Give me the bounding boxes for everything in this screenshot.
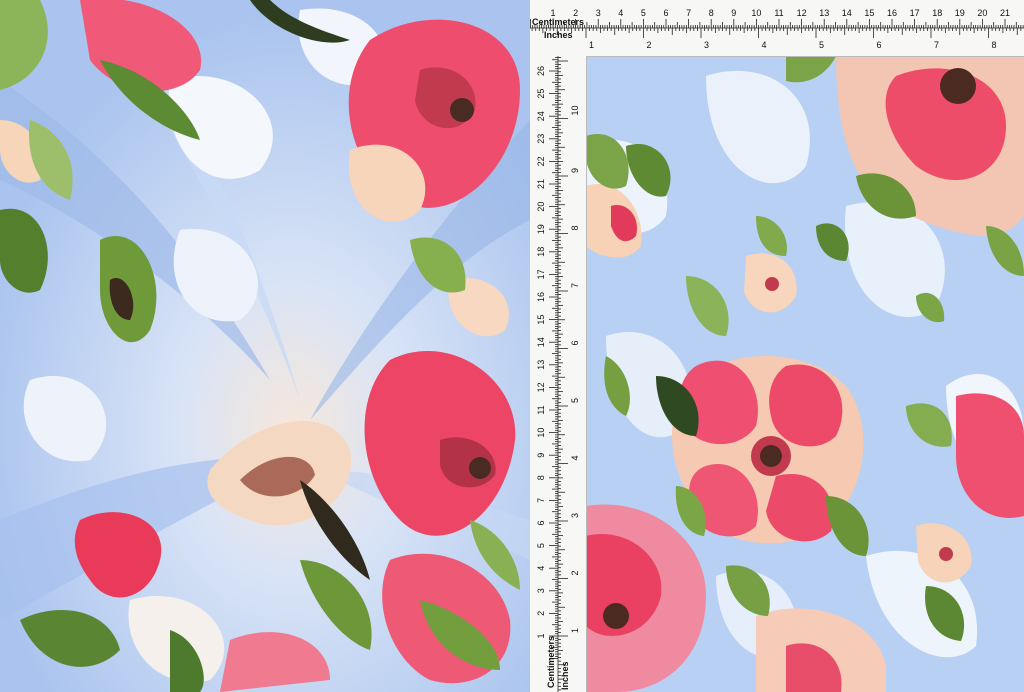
cm-number: 7 [686,8,691,18]
cm-number: 26 [536,66,546,76]
inch-number: 6 [570,340,580,345]
inch-number: 2 [570,570,580,575]
cm-number: 12 [797,8,807,18]
cm-number: 13 [819,8,829,18]
inch-number: 3 [570,513,580,518]
cm-number: 16 [536,292,546,302]
cm-number: 6 [663,8,668,18]
cm-number: 19 [536,224,546,234]
inch-number: 7 [934,40,939,50]
cm-number: 11 [536,405,546,414]
cm-number: 21 [1000,8,1010,18]
top-ruler: 1 2 3 4 5 6 7 8 9 10 11 12 13 14 15 16 17 18 19 20 21 123456… [530,0,1024,57]
cm-number: 20 [977,8,987,18]
cm-number: 18 [536,247,546,257]
side-in-label: Inches [560,661,570,690]
cm-number: 15 [536,315,546,325]
cm-number: 25 [536,89,546,99]
cm-number: 3 [536,588,546,593]
cm-number: 5 [536,543,546,548]
inch-number: 8 [992,40,997,50]
cm-number: 21 [536,179,546,189]
inch-number: 2 [647,40,652,50]
inch-number: 7 [570,283,580,288]
cm-number: 17 [536,269,546,279]
inch-number: 5 [819,40,824,50]
inch-number: 6 [877,40,882,50]
top-ruler-drawing: 1 2 3 4 5 6 7 8 9 10 11 12 13 14 15 16 17 18 19 20 21 123456… [530,8,1024,50]
cm-number: 22 [536,156,546,166]
cm-number: 15 [864,8,874,18]
inch-number: 5 [570,398,580,403]
cm-number: 10 [751,8,761,18]
inch-number: 4 [762,40,767,50]
cm-number: 11 [774,8,783,18]
cm-number: 4 [618,8,623,18]
cm-number: 6 [536,520,546,525]
cm-number: 5 [641,8,646,18]
inch-number: 4 [570,455,580,460]
cm-number: 14 [536,337,546,347]
product-photo: 1 2 3 4 5 6 7 8 9 10 11 12 13 14 15 16 17 18 19 20 21 123456… [0,0,1024,692]
cm-number: 8 [709,8,714,18]
inch-number: 9 [570,168,580,173]
cm-number: 7 [536,498,546,503]
cm-number: 23 [536,134,546,144]
cm-number: 19 [955,8,965,18]
top-cm-ticks: 1 2 3 4 5 6 7 8 9 10 11 12 13 14 15 16 17 18 19 20 21 [530,8,1024,28]
cm-number: 16 [887,8,897,18]
side-ruler-drawing: 1234567891011121314151617181920212223242… [536,56,580,692]
flat-fabric-photo [586,56,1024,692]
draped-fabric-drawing [0,0,530,692]
top-cm-label: Centimeters [532,17,584,27]
side-cm-ticks: 1234567891011121314151617181920212223242… [536,57,558,659]
cm-number: 4 [536,566,546,571]
inch-number: 1 [589,40,594,50]
side-cm-label: Centimeters [546,636,556,688]
cm-number: 20 [536,202,546,212]
cm-number: 14 [842,8,852,18]
inch-number: 8 [570,225,580,230]
cm-number: 24 [536,111,546,121]
cm-number: 2 [536,611,546,616]
cm-number: 10 [536,428,546,438]
draped-fabric-photo [0,0,530,692]
cm-number: 17 [910,8,920,18]
inch-number: 10 [570,105,580,115]
cm-number: 18 [932,8,942,18]
cm-number: 9 [536,453,546,458]
top-in-ticks: 1 2 3 4 5 6 7 8 [531,28,1022,50]
cm-number: 8 [536,475,546,480]
side-in-ticks: 1 2 3 4 5 6 7 8 9 10 [558,57,580,691]
cm-number: 12 [536,382,546,392]
top-in-label: Inches [544,30,573,40]
cm-number: 1 [536,633,546,638]
inch-number: 3 [704,40,709,50]
cm-number: 13 [536,360,546,370]
cm-number: 3 [596,8,601,18]
cm-number: 9 [731,8,736,18]
side-ruler: 1 2 3 4 5 6 7 8 9 10 11 12 13 14 15 16 17 18 19 20 21 22 23 24 2… [530,56,587,692]
inch-number: 1 [570,628,580,633]
flat-fabric-drawing [586,56,1024,692]
